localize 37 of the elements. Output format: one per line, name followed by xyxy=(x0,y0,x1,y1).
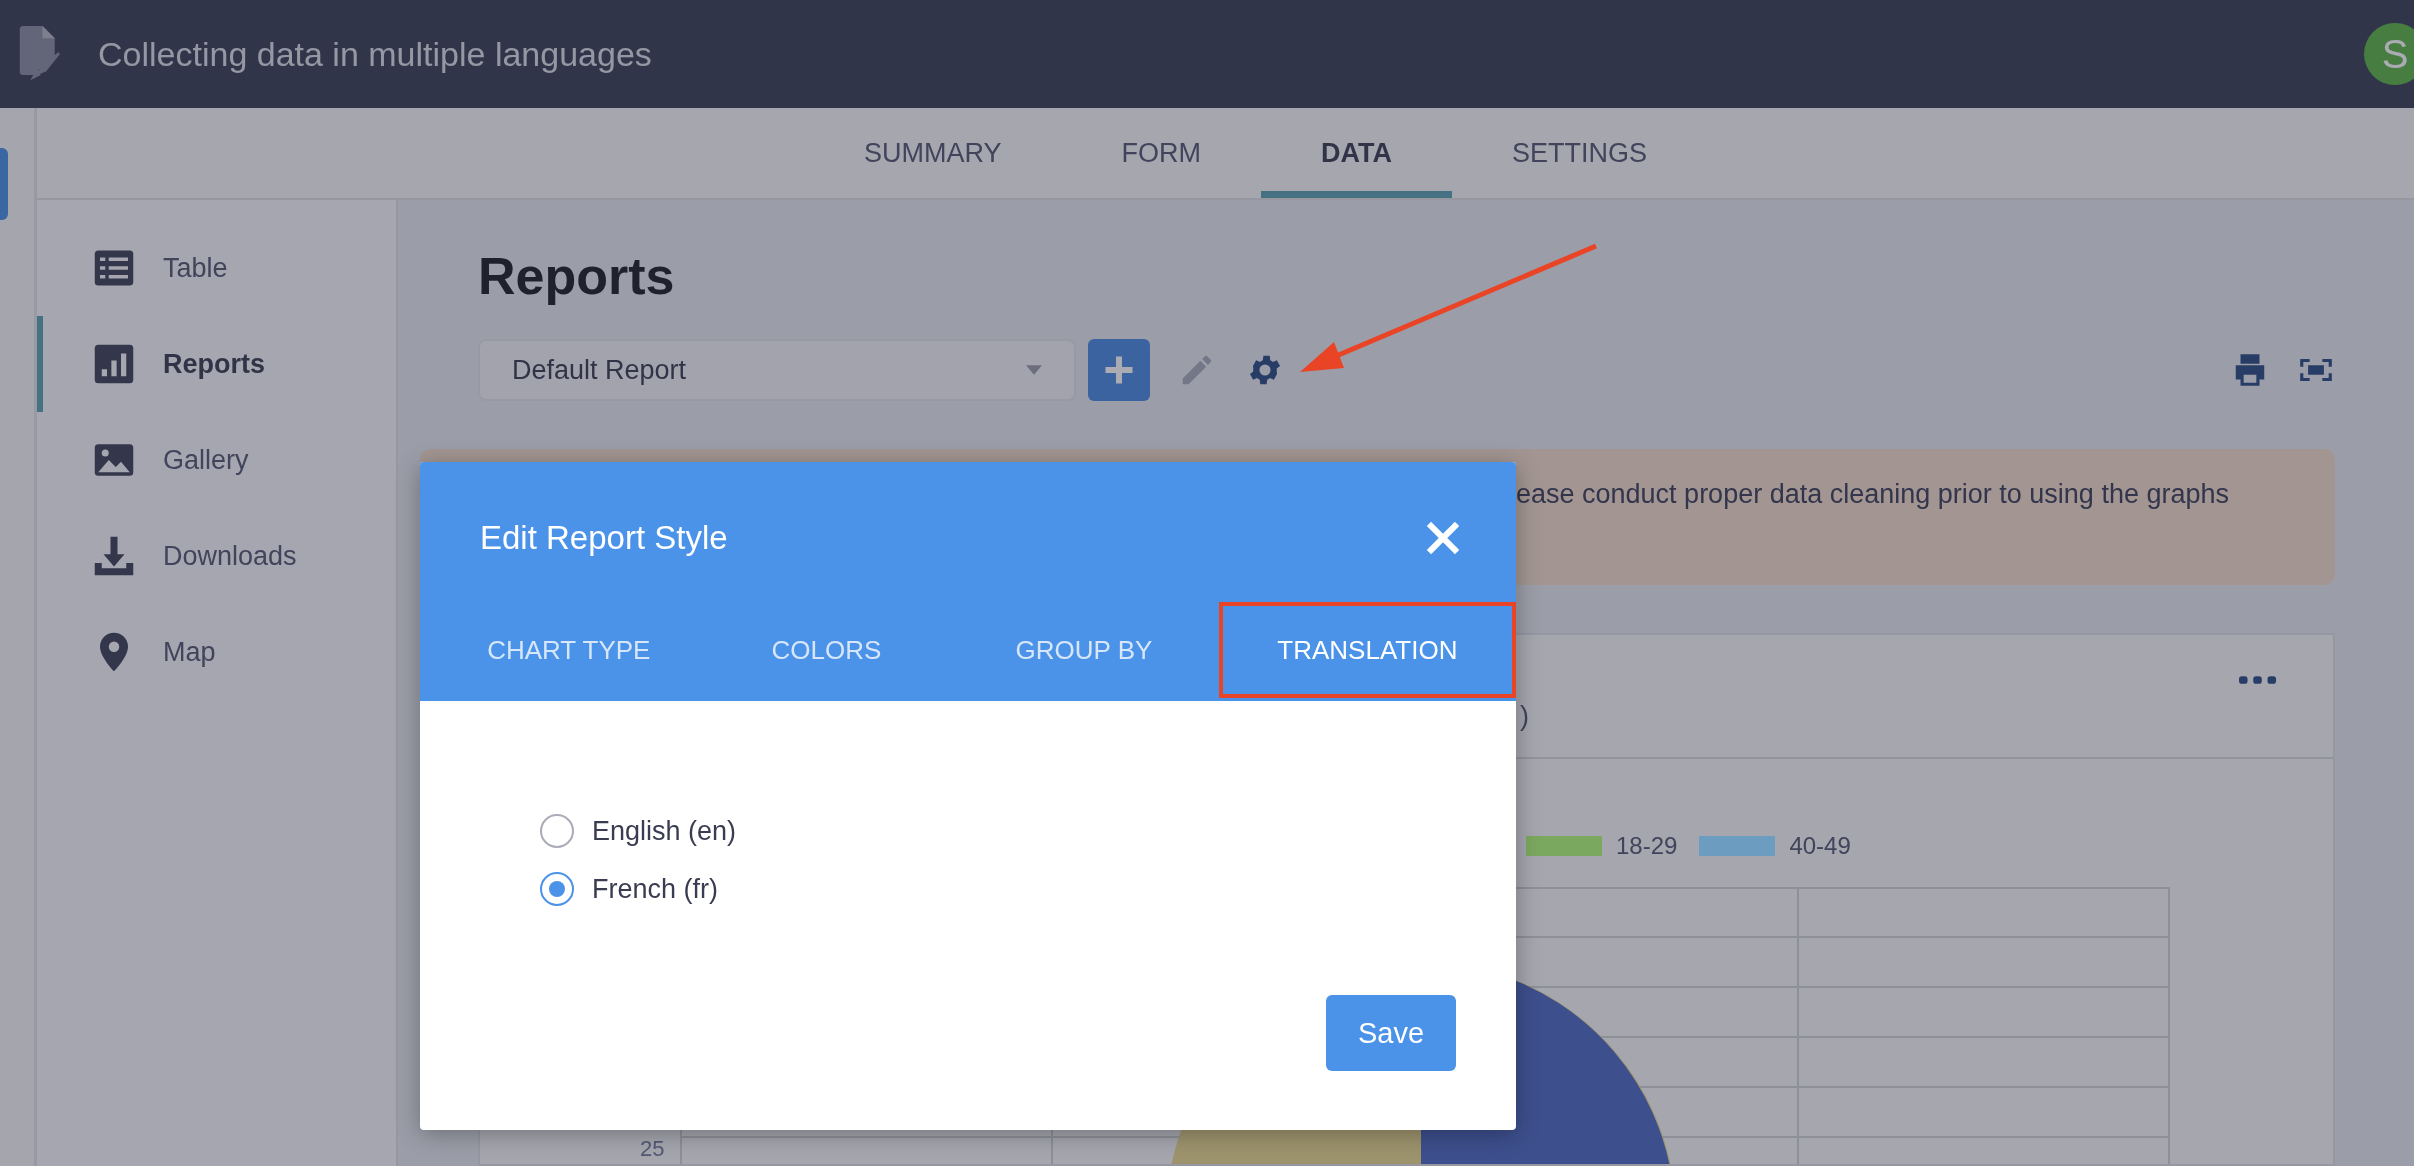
download-icon xyxy=(93,535,135,577)
legend-label: 18-29 xyxy=(1616,832,1678,860)
radio-button[interactable] xyxy=(540,872,574,906)
bar-chart-icon xyxy=(93,343,135,385)
nav-tab[interactable]: DATA xyxy=(1261,108,1452,198)
report-select[interactable]: Default Report xyxy=(478,339,1076,401)
caret-icon xyxy=(1026,365,1042,375)
dialog-tab[interactable]: COLORS xyxy=(697,602,956,698)
document-rocket-icon xyxy=(18,25,60,83)
user-avatar[interactable]: S xyxy=(2364,23,2414,85)
option-label[interactable]: French (fr) xyxy=(592,873,718,905)
sidebar-item[interactable]: Downloads xyxy=(37,508,396,604)
page-heading: Reports xyxy=(478,246,675,307)
add-button[interactable] xyxy=(1088,339,1150,401)
strip-tab[interactable] xyxy=(0,148,8,220)
nav-tab[interactable]: FORM xyxy=(1061,108,1261,198)
more-icon[interactable] xyxy=(2239,675,2277,685)
app-title: Collecting data in multiple languages xyxy=(98,34,653,74)
axis-label: 25 xyxy=(640,1138,665,1160)
warning-text: ease conduct proper data cleaning prior to using the graphs xyxy=(1516,479,2229,509)
nav-tab[interactable]: SETTINGS xyxy=(1452,108,1707,198)
legend-label: 40-49 xyxy=(1789,832,1851,860)
dialog-tab[interactable]: CHART TYPE xyxy=(440,602,698,698)
nav-tab[interactable]: SUMMARY xyxy=(804,108,1062,198)
sidebar-item[interactable]: Table xyxy=(37,220,396,316)
dialog-tab[interactable]: TRANSLATION xyxy=(1218,602,1516,698)
sidebar-item[interactable]: Reports xyxy=(37,316,396,412)
radio-button[interactable] xyxy=(540,814,574,848)
sidebar-item[interactable]: Gallery xyxy=(37,412,396,508)
option-label[interactable]: English (en) xyxy=(592,815,737,847)
sidebar-item[interactable]: Map xyxy=(37,604,396,700)
plus-icon xyxy=(1104,355,1134,385)
dialog-title: Edit Report Style xyxy=(480,519,728,557)
save-button[interactable]: Save xyxy=(1326,995,1456,1071)
dialog-tab[interactable]: GROUP BY xyxy=(955,602,1213,698)
chart-subtitle: ) xyxy=(1520,701,1529,732)
close-icon[interactable] xyxy=(1426,521,1460,555)
